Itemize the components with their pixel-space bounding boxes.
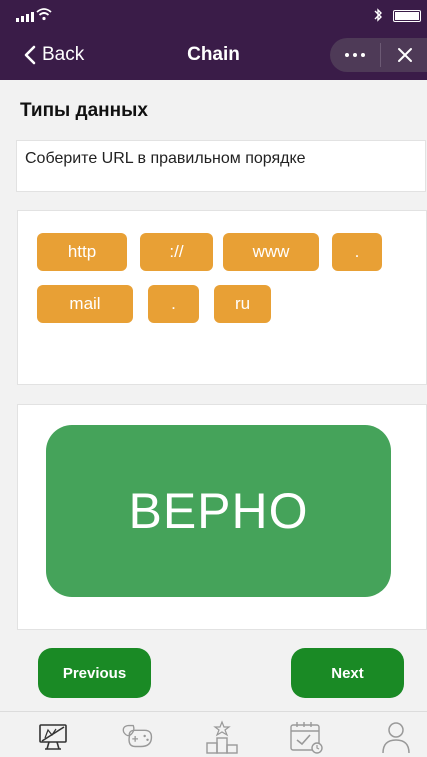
tab-games[interactable] xyxy=(118,720,158,757)
result-card: ВЕРНО xyxy=(17,404,427,630)
nav-bar: Back Chain xyxy=(0,30,427,80)
status-bar xyxy=(0,0,427,30)
calendar-icon xyxy=(290,722,323,754)
section-title: Типы данных xyxy=(20,100,148,121)
close-icon xyxy=(397,48,412,62)
instruction-text: Соберите URL в правильном порядке xyxy=(25,150,306,167)
chip-ru[interactable]: ru xyxy=(214,285,271,323)
more-button[interactable] xyxy=(330,38,380,72)
wifi-icon xyxy=(36,8,52,21)
nav-actions xyxy=(330,38,427,72)
answer-area: http :// www . mail . ru xyxy=(17,210,427,385)
leaderboard-icon xyxy=(206,720,238,754)
learn-icon xyxy=(39,724,67,750)
signal-icon xyxy=(16,12,34,22)
previous-button[interactable]: Previous xyxy=(38,648,151,698)
chip-dot[interactable]: . xyxy=(332,233,382,271)
chip-http[interactable]: http xyxy=(37,233,127,271)
next-button[interactable]: Next xyxy=(291,648,404,698)
result-banner: ВЕРНО xyxy=(46,425,391,597)
result-text: ВЕРНО xyxy=(128,483,309,539)
chip-dot[interactable]: . xyxy=(148,285,199,323)
chip-colon-slashes[interactable]: :// xyxy=(140,233,213,271)
tab-bar xyxy=(0,711,427,757)
battery-icon xyxy=(393,10,421,22)
chip-mail[interactable]: mail xyxy=(37,285,133,323)
tab-learn[interactable] xyxy=(33,720,73,757)
bluetooth-icon xyxy=(374,8,382,22)
profile-icon xyxy=(382,722,410,754)
tab-calendar[interactable] xyxy=(286,720,326,757)
tab-leaderboard[interactable] xyxy=(202,720,242,757)
games-icon xyxy=(122,724,153,748)
close-button[interactable] xyxy=(381,38,427,72)
more-icon xyxy=(345,53,349,57)
instruction-card: Соберите URL в правильном порядке xyxy=(16,140,426,192)
tab-profile[interactable] xyxy=(376,720,416,757)
chip-www[interactable]: www xyxy=(223,233,319,271)
